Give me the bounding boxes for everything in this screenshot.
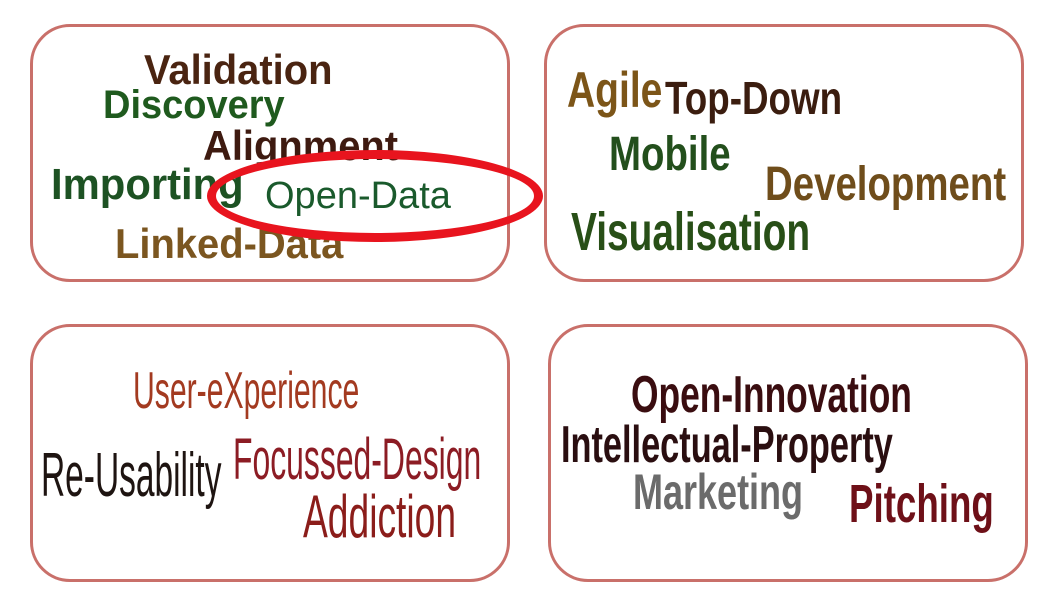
word-pitching: Pitching bbox=[849, 474, 994, 534]
word-agile: Agile bbox=[567, 62, 663, 118]
word-user-experience: User-eXperience bbox=[133, 362, 360, 420]
word-addiction: Addiction bbox=[303, 483, 457, 550]
word-marketing: Marketing bbox=[633, 464, 804, 520]
word-discovery: Discovery bbox=[103, 83, 285, 127]
word-top-down: Top-Down bbox=[665, 72, 843, 124]
word-cloud-card-business: Open-Innovation Intellectual-Property Ma… bbox=[548, 324, 1028, 582]
word-cloud-card-ux: User-eXperience Re-Usability Focussed-De… bbox=[30, 324, 510, 582]
highlight-ellipse bbox=[207, 150, 543, 242]
word-focussed-design: Focussed-Design bbox=[233, 427, 482, 492]
word-cloud-card-dev: Agile Top-Down Mobile Development Visual… bbox=[544, 24, 1024, 282]
word-re-usability: Re-Usability bbox=[41, 441, 222, 510]
word-open-innovation: Open-Innovation bbox=[631, 366, 912, 424]
word-mobile: Mobile bbox=[609, 128, 731, 181]
word-visualisation: Visualisation bbox=[571, 202, 811, 262]
